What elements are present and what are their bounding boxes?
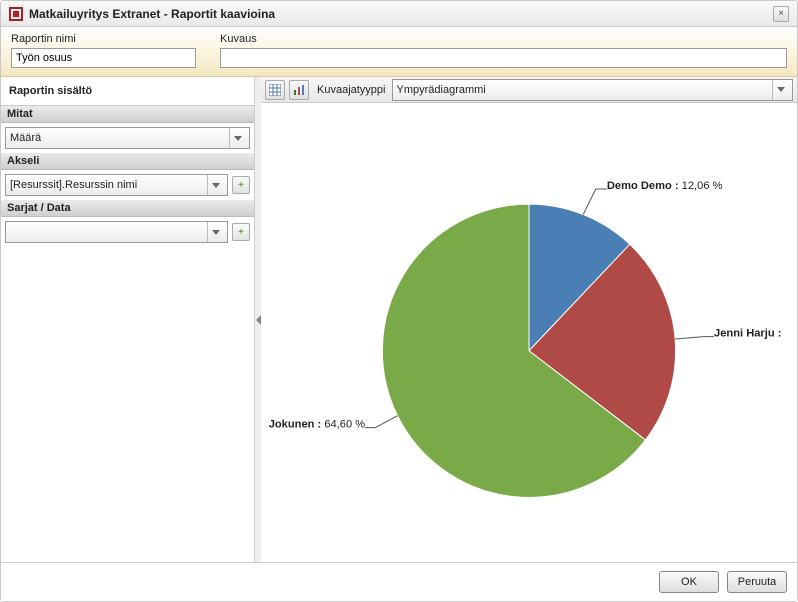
series-add-button[interactable]: +	[232, 223, 250, 241]
description-input[interactable]	[220, 48, 787, 68]
label-jenni-name: Jenni Harju :	[714, 328, 781, 340]
chart-view-button[interactable]	[289, 80, 309, 100]
body: Raportin sisältö Mitat Määrä Akseli [Res…	[1, 77, 797, 562]
chart-type-value: Ympyrädiagrammi	[397, 84, 486, 96]
description-label: Kuvaus	[220, 33, 787, 45]
close-icon: ×	[778, 8, 784, 19]
axis-combo[interactable]: [Resurssit].Resurssin nimi	[5, 174, 228, 196]
chevron-down-icon	[207, 175, 223, 195]
chart-type-label: Kuvaajatyyppi	[317, 84, 386, 96]
report-name-column: Raportin nimi	[11, 33, 196, 68]
description-column: Kuvaus	[220, 33, 787, 68]
label-demo-value: 12,06 %	[682, 180, 723, 192]
axis-add-button[interactable]: +	[232, 176, 250, 194]
table-icon	[269, 84, 281, 96]
chart-toolbar: Kuvaajatyyppi Ympyrädiagrammi	[261, 77, 797, 103]
app-icon	[9, 7, 23, 21]
left-panel: Raportin sisältö Mitat Määrä Akseli [Res…	[1, 77, 255, 562]
cancel-button[interactable]: Peruuta	[727, 571, 787, 593]
left-panel-title: Raportin sisältö	[1, 77, 254, 106]
leader-line-jenni	[675, 337, 714, 339]
chevron-down-icon	[207, 222, 223, 242]
label-jokunen-name: Jokunen :	[269, 419, 322, 431]
titlebar: Matkailuyritys Extranet - Raportit kaavi…	[1, 1, 797, 27]
report-name-label: Raportin nimi	[11, 33, 196, 45]
axis-header: Akseli	[1, 153, 254, 170]
label-demo: Demo Demo : 12,06 %	[607, 180, 779, 192]
chart-area: Demo Demo : 12,06 % Jenni Harju : Jokune…	[261, 103, 797, 562]
measures-header: Mitat	[1, 106, 254, 123]
pie-chart: Demo Demo : 12,06 % Jenni Harju : Jokune…	[261, 103, 797, 558]
ok-button[interactable]: OK	[659, 571, 719, 593]
bar-chart-icon	[293, 84, 305, 96]
dialog-window: Matkailuyritys Extranet - Raportit kaavi…	[0, 0, 798, 602]
leader-line-jokunen	[365, 416, 397, 428]
chart-type-combo[interactable]: Ympyrädiagrammi	[392, 79, 794, 101]
series-body: +	[1, 217, 254, 247]
footer: OK Peruuta	[1, 562, 797, 601]
measures-combo-value: Määrä	[10, 132, 41, 144]
table-view-button[interactable]	[265, 80, 285, 100]
ok-button-label: OK	[681, 576, 697, 588]
plus-icon: +	[238, 180, 244, 191]
label-jokunen-value: 64,60 %	[324, 419, 365, 431]
right-panel: Kuvaajatyyppi Ympyrädiagrammi	[261, 77, 797, 562]
series-combo[interactable]	[5, 221, 228, 243]
axis-body: [Resurssit].Resurssin nimi +	[1, 170, 254, 200]
leader-line-demo	[583, 189, 607, 215]
label-jenni: Jenni Harju :	[714, 328, 797, 340]
cancel-button-label: Peruuta	[738, 576, 777, 588]
window-title: Matkailuyritys Extranet - Raportit kaavi…	[29, 7, 275, 21]
axis-combo-value: [Resurssit].Resurssin nimi	[10, 179, 137, 191]
chevron-down-icon	[229, 128, 245, 148]
report-name-input[interactable]	[11, 48, 196, 68]
label-demo-name: Demo Demo :	[607, 180, 679, 192]
label-jokunen: Jokunen : 64,60 %	[261, 419, 365, 431]
measures-combo[interactable]: Määrä	[5, 127, 250, 149]
series-header: Sarjat / Data	[1, 200, 254, 217]
plus-icon: +	[238, 227, 244, 238]
close-button[interactable]: ×	[773, 6, 789, 22]
measures-body: Määrä	[1, 123, 254, 153]
header-band: Raportin nimi Kuvaus	[1, 27, 797, 77]
chevron-down-icon	[772, 80, 788, 100]
